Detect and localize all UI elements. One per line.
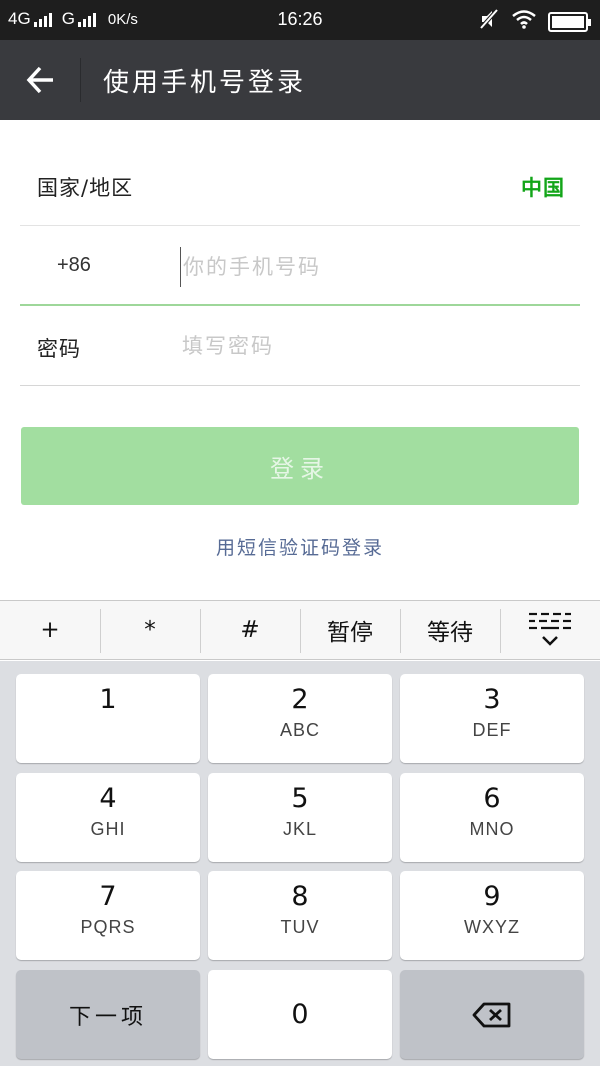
- key-7[interactable]: 7 PQRS: [16, 871, 200, 960]
- key-digit: 6: [483, 783, 501, 814]
- toolbar-hash-key[interactable]: #: [200, 601, 300, 659]
- key-8[interactable]: 8 TUV: [208, 871, 392, 960]
- backspace-icon: [400, 970, 584, 1059]
- key-letters: MNO: [469, 819, 515, 839]
- keyboard-collapse-button[interactable]: [500, 601, 600, 659]
- key-3[interactable]: 3 DEF: [400, 674, 584, 763]
- login-button[interactable]: 登录: [21, 427, 579, 505]
- status-right: [478, 8, 591, 35]
- key-0[interactable]: 0: [208, 970, 392, 1059]
- key-digit: 3: [483, 684, 501, 715]
- password-row: 密码: [20, 306, 580, 386]
- key-letters: WXYZ: [464, 917, 520, 937]
- key-letters: PQRS: [80, 917, 136, 937]
- key-digit: 2: [291, 684, 309, 715]
- key-letters: ABC: [279, 720, 320, 740]
- key-letters: JKL: [282, 819, 318, 839]
- key-digit: 4: [99, 783, 117, 814]
- toolbar-star-key[interactable]: *: [100, 601, 200, 659]
- key-digit: 0: [291, 999, 309, 1030]
- back-button[interactable]: [20, 60, 60, 100]
- key-digit: 1: [99, 684, 117, 715]
- key-next-label: 下一项: [68, 1004, 147, 1030]
- region-label: 国家/地区: [37, 176, 134, 200]
- arrow-left-icon: [26, 66, 53, 94]
- key-digit: 8: [291, 881, 309, 912]
- phone-row: +86: [20, 227, 580, 306]
- password-label: 密码: [37, 337, 81, 361]
- key-next[interactable]: 下一项: [16, 970, 200, 1059]
- mute-icon: [478, 8, 500, 35]
- country-code[interactable]: +86: [57, 254, 91, 277]
- keyboard-toolbar: + * # 暂停 等待: [0, 600, 600, 660]
- numeric-keypad: 1 2 ABC 3 DEF 4 GHI 5 JKL 6 MNO 7 PQRS 8…: [0, 661, 600, 1066]
- keyboard-collapse-icon: [529, 612, 571, 646]
- key-1[interactable]: 1: [16, 674, 200, 763]
- key-6[interactable]: 6 MNO: [400, 773, 584, 862]
- wifi-icon: [512, 9, 536, 34]
- key-4[interactable]: 4 GHI: [16, 773, 200, 862]
- region-value[interactable]: 中国: [521, 172, 565, 202]
- title-divider: [80, 58, 81, 102]
- battery-icon: [548, 11, 591, 32]
- password-input[interactable]: [182, 326, 572, 366]
- key-2[interactable]: 2 ABC: [208, 674, 392, 763]
- key-letters: TUV: [280, 917, 320, 937]
- toolbar-wait-key[interactable]: 等待: [400, 601, 500, 659]
- page-title: 使用手机号登录: [103, 68, 307, 98]
- sms-login-link[interactable]: 用短信验证码登录: [0, 533, 600, 560]
- key-digit: 9: [483, 881, 501, 912]
- phone-input[interactable]: [180, 247, 570, 287]
- key-5[interactable]: 5 JKL: [208, 773, 392, 862]
- status-bar: 4G G 0K/s 16:26: [0, 0, 600, 40]
- key-9[interactable]: 9 WXYZ: [400, 871, 584, 960]
- key-digit: 5: [291, 783, 309, 814]
- key-letters: GHI: [90, 819, 126, 839]
- backspace-key[interactable]: [400, 970, 584, 1059]
- title-bar: 使用手机号登录: [0, 40, 600, 120]
- toolbar-plus-key[interactable]: +: [0, 601, 100, 659]
- toolbar-pause-key[interactable]: 暂停: [300, 601, 400, 659]
- region-row[interactable]: 国家/地区 中国: [20, 146, 580, 226]
- key-letters: DEF: [472, 720, 512, 740]
- key-digit: 7: [99, 881, 117, 912]
